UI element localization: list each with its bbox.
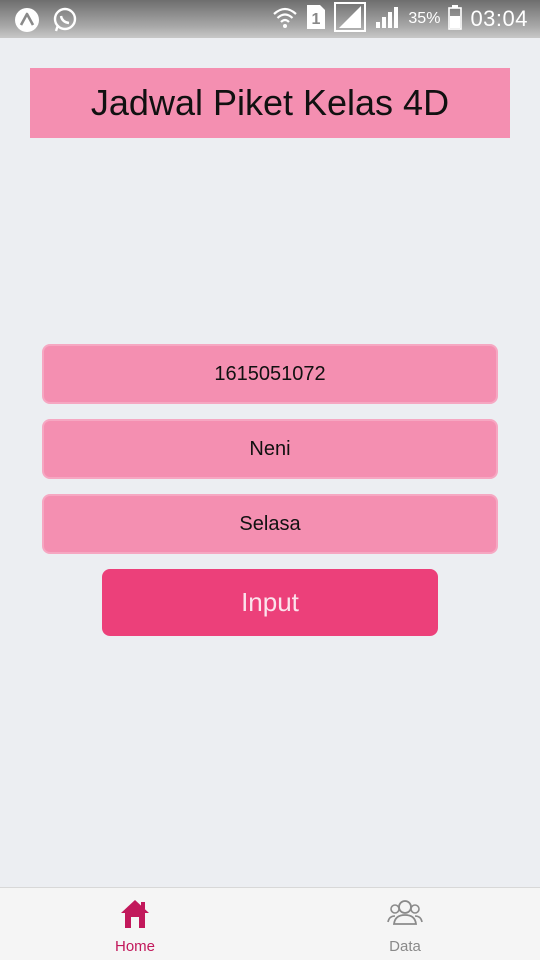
nav-item-home[interactable]: Home [0, 888, 270, 960]
page-title-banner: Jadwal Piket Kelas 4D [30, 68, 510, 138]
whatsapp-icon [52, 7, 78, 38]
day-field-value: Selasa [239, 512, 301, 535]
nav-label-home: Home [114, 938, 155, 955]
status-clock: 03:04 [470, 6, 528, 31]
input-button-label: Input [241, 587, 299, 617]
battery-icon [448, 4, 463, 35]
bottom-navigation: Home Data [0, 887, 540, 960]
nav-item-data[interactable]: Data [270, 888, 540, 960]
name-field-value: Neni [249, 437, 291, 460]
page-title: Jadwal Piket Kelas 4D [90, 82, 450, 123]
status-bar: 1 35% 03:04 [0, 0, 540, 38]
signal-strength-icon [334, 1, 367, 37]
sim-card-icon: 1 [306, 4, 326, 35]
nim-field-value: 1615051072 [214, 362, 326, 385]
name-field[interactable]: Neni [42, 419, 498, 479]
wifi-icon [272, 4, 298, 35]
day-field[interactable]: Selasa [42, 494, 498, 554]
navigation-app-icon [14, 7, 40, 38]
sim-number: 1 [312, 11, 321, 28]
nim-field[interactable]: 1615051072 [42, 344, 498, 404]
signal-strength-icon-2 [374, 4, 400, 35]
input-button[interactable]: Input [102, 569, 438, 636]
battery-percent: 35% [408, 10, 441, 27]
home-icon [120, 898, 150, 932]
people-icon [387, 898, 423, 932]
nav-label-data: Data [389, 938, 421, 955]
